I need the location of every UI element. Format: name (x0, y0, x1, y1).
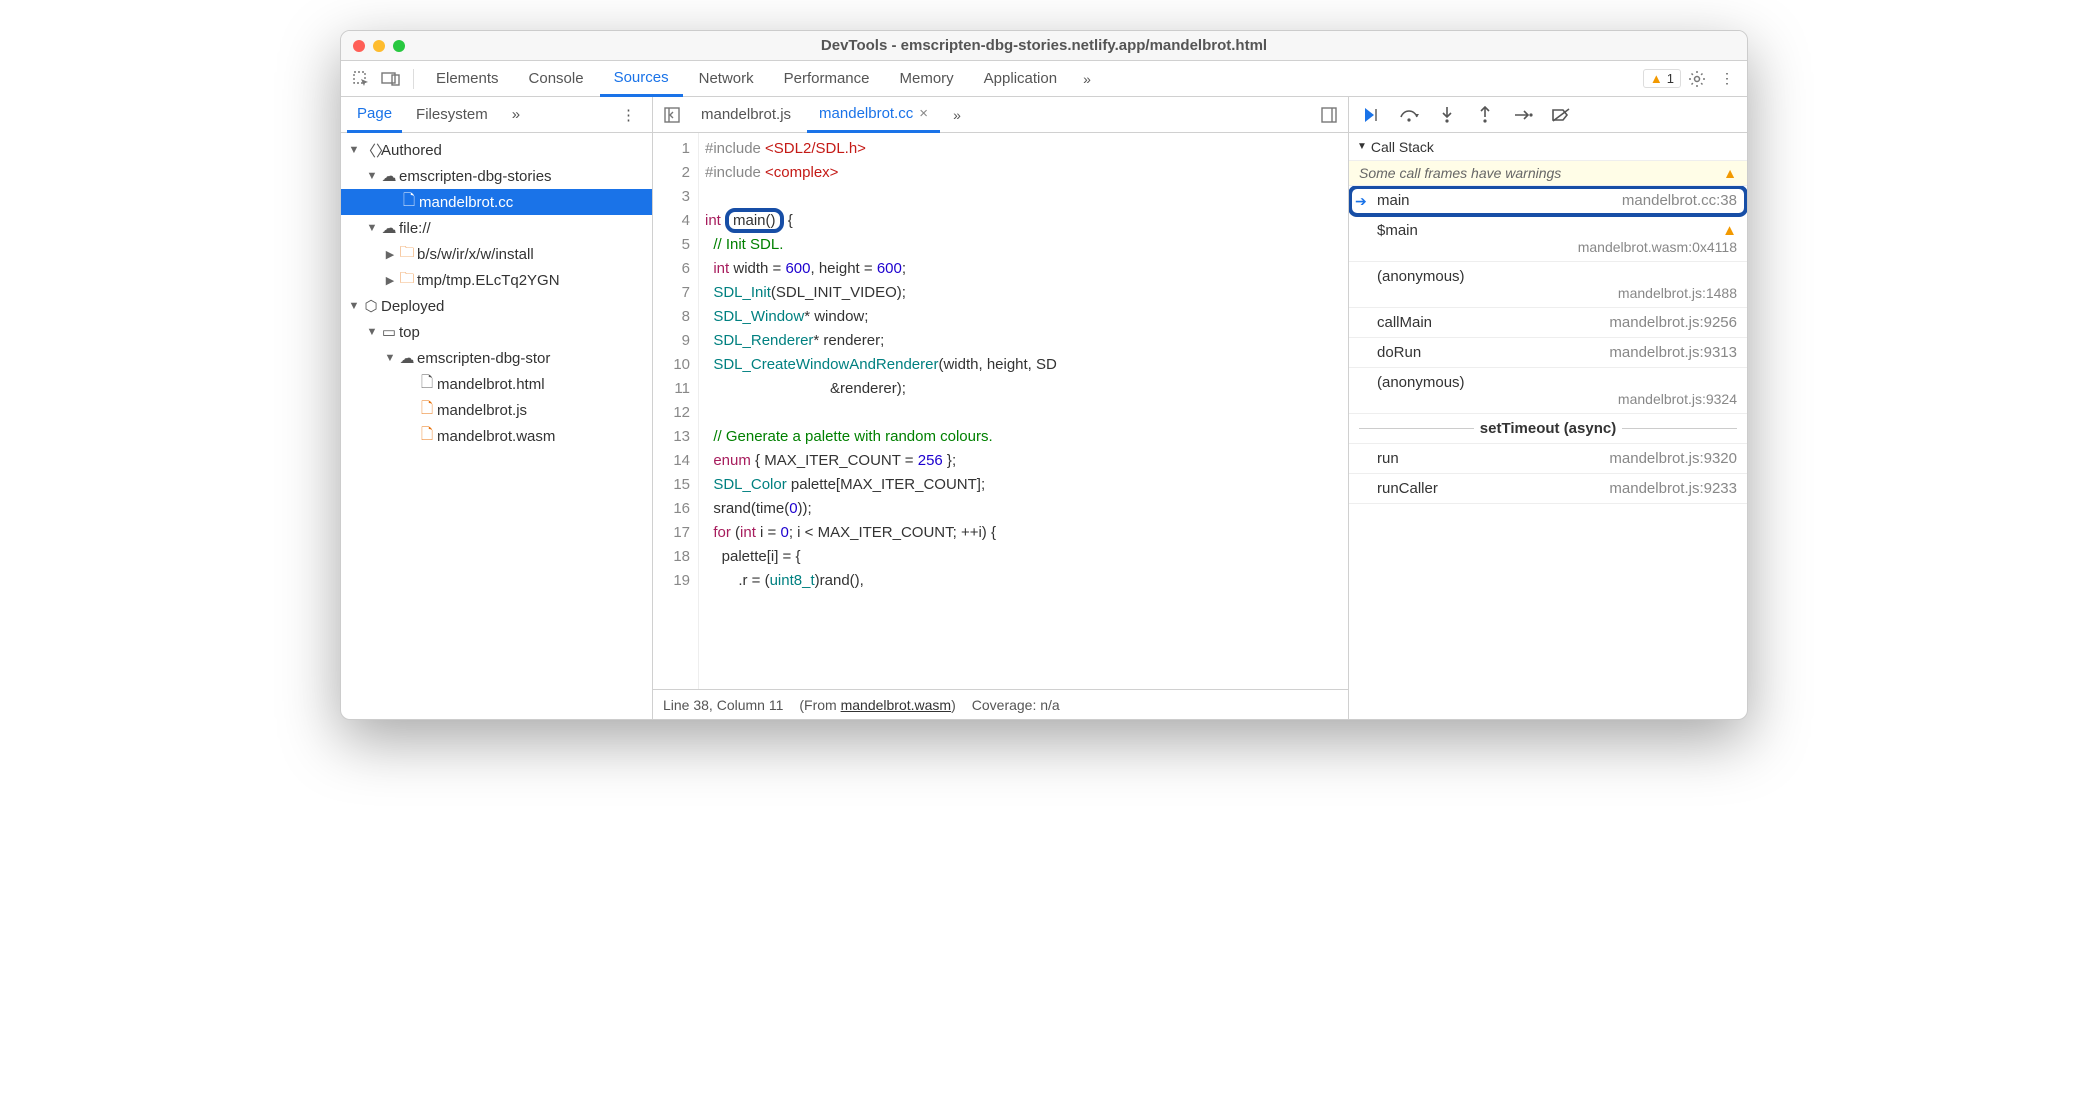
stack-frame[interactable]: (anonymous)mandelbrot.js:9324 (1349, 368, 1747, 414)
callstack-list: ➔mainmandelbrot.cc:38 $main▲mandelbrot.w… (1349, 186, 1747, 719)
tab-memory[interactable]: Memory (886, 61, 968, 97)
folder-icon: 🗀 (397, 242, 417, 267)
nav-tab-filesystem[interactable]: Filesystem (406, 97, 498, 133)
stack-frame[interactable]: runmandelbrot.js:9320 (1349, 444, 1747, 474)
warning-icon: ▲ (1650, 71, 1663, 86)
warnings-badge[interactable]: ▲1 (1643, 69, 1681, 88)
deactivate-breakpoints-icon[interactable] (1549, 103, 1573, 127)
inspect-icon[interactable] (347, 65, 375, 93)
separator (413, 69, 414, 89)
toggle-debugger-icon[interactable] (1316, 102, 1342, 128)
file-icon: 🗋 (417, 424, 437, 449)
sourcemap-origin: (From mandelbrot.wasm) (799, 697, 955, 713)
nav-tab-page[interactable]: Page (347, 97, 402, 133)
navigator-tabs: Page Filesystem » ⋮ (341, 97, 652, 133)
file-icon: 🗋 (417, 372, 437, 397)
coverage-info: Coverage: n/a (972, 697, 1060, 713)
cloud-icon: ☁ (397, 349, 417, 367)
settings-icon[interactable] (1683, 65, 1711, 93)
stack-frame[interactable]: ➔mainmandelbrot.cc:38 (1349, 186, 1747, 216)
step-out-icon[interactable] (1473, 103, 1497, 127)
cloud-icon: ☁ (379, 219, 399, 237)
stack-frame[interactable]: runCallermandelbrot.js:9233 (1349, 474, 1747, 504)
code-area[interactable]: 12345678910111213141516171819 #include <… (653, 133, 1348, 689)
stack-frame[interactable]: doRunmandelbrot.js:9313 (1349, 338, 1747, 368)
tree-file-wasm[interactable]: 🗋mandelbrot.wasm (341, 423, 652, 449)
panel-body: Page Filesystem » ⋮ ▼〈〉Authored ▼☁emscri… (341, 97, 1747, 719)
tab-network[interactable]: Network (685, 61, 768, 97)
cube-icon: ⬡ (361, 297, 381, 315)
tree-authored[interactable]: ▼〈〉Authored (341, 137, 652, 163)
tree-domain-deployed[interactable]: ▼☁emscripten-dbg-stor (341, 345, 652, 371)
stack-frame[interactable]: (anonymous)mandelbrot.js:1488 (1349, 262, 1747, 308)
file-icon: 🗋 (417, 398, 437, 423)
file-tree: ▼〈〉Authored ▼☁emscripten-dbg-stories 🗋ma… (341, 133, 652, 719)
editor-panel: mandelbrot.js mandelbrot.cc× » 123456789… (653, 97, 1349, 719)
callstack-header[interactable]: ▼Call Stack (1349, 133, 1747, 161)
tree-file-scheme[interactable]: ▼☁file:// (341, 215, 652, 241)
tree-deployed[interactable]: ▼⬡Deployed (341, 293, 652, 319)
tab-console[interactable]: Console (515, 61, 598, 97)
tab-performance[interactable]: Performance (770, 61, 884, 97)
toggle-navigator-icon[interactable] (659, 102, 685, 128)
main-toolbar: Elements Console Sources Network Perform… (341, 61, 1747, 97)
folder-icon: 🗀 (397, 268, 417, 293)
warning-icon: ▲ (1723, 165, 1737, 181)
zoom-window-button[interactable] (393, 40, 405, 52)
minimize-window-button[interactable] (373, 40, 385, 52)
tree-file-js[interactable]: 🗋mandelbrot.js (341, 397, 652, 423)
tree-file-mandelbrot-cc[interactable]: 🗋mandelbrot.cc (341, 189, 652, 215)
callstack-warning: Some call frames have warnings▲ (1349, 161, 1747, 186)
tab-sources[interactable]: Sources (600, 61, 683, 97)
device-toolbar-icon[interactable] (377, 65, 405, 93)
more-tabs-icon[interactable]: » (1073, 65, 1101, 93)
debugger-panel: ▼Call Stack Some call frames have warnin… (1349, 97, 1747, 719)
cloud-icon: ☁ (379, 167, 399, 185)
editor-tabs: mandelbrot.js mandelbrot.cc× » (653, 97, 1348, 133)
step-into-icon[interactable] (1435, 103, 1459, 127)
tree-file-html[interactable]: 🗋mandelbrot.html (341, 371, 652, 397)
close-tab-icon[interactable]: × (919, 105, 928, 122)
cursor-position: Line 38, Column 11 (663, 697, 783, 713)
editor-tab-js[interactable]: mandelbrot.js (689, 97, 803, 133)
frame-icon: ▭ (379, 323, 399, 341)
warning-icon: ▲ (1722, 222, 1737, 239)
stack-frame[interactable]: $main▲mandelbrot.wasm:0x4118 (1349, 216, 1747, 262)
highlight-main: main() (725, 208, 784, 233)
nav-kebab-icon[interactable]: ⋮ (611, 97, 646, 133)
devtools-window: DevTools - emscripten-dbg-stories.netlif… (340, 30, 1748, 720)
more-editor-tabs-icon[interactable]: » (944, 102, 970, 128)
line-gutter: 12345678910111213141516171819 (653, 133, 699, 689)
async-divider: setTimeout (async) (1349, 414, 1747, 444)
code-text[interactable]: #include <SDL2/SDL.h> #include <complex>… (699, 133, 1348, 689)
debugger-toolbar (1349, 97, 1747, 133)
tab-application[interactable]: Application (970, 61, 1071, 97)
file-icon: 🗋 (399, 190, 419, 215)
current-frame-icon: ➔ (1355, 193, 1367, 210)
tree-top[interactable]: ▼▭top (341, 319, 652, 345)
stack-frame[interactable]: callMainmandelbrot.js:9256 (1349, 308, 1747, 338)
resume-icon[interactable] (1359, 103, 1383, 127)
editor-statusbar: Line 38, Column 11 (From mandelbrot.wasm… (653, 689, 1348, 719)
navigator-panel: Page Filesystem » ⋮ ▼〈〉Authored ▼☁emscri… (341, 97, 653, 719)
editor-tab-cc[interactable]: mandelbrot.cc× (807, 97, 940, 133)
step-icon[interactable] (1511, 103, 1535, 127)
traffic-lights (353, 40, 405, 52)
tree-folder-install[interactable]: ▶🗀b/s/w/ir/x/w/install (341, 241, 652, 267)
step-over-icon[interactable] (1397, 103, 1421, 127)
tab-elements[interactable]: Elements (422, 61, 513, 97)
nav-more-icon[interactable]: » (502, 97, 530, 133)
kebab-menu-icon[interactable]: ⋮ (1713, 65, 1741, 93)
tree-folder-tmp[interactable]: ▶🗀tmp/tmp.ELcTq2YGN (341, 267, 652, 293)
tree-domain-authored[interactable]: ▼☁emscripten-dbg-stories (341, 163, 652, 189)
titlebar: DevTools - emscripten-dbg-stories.netlif… (341, 31, 1747, 61)
window-title: DevTools - emscripten-dbg-stories.netlif… (353, 37, 1735, 54)
close-window-button[interactable] (353, 40, 365, 52)
